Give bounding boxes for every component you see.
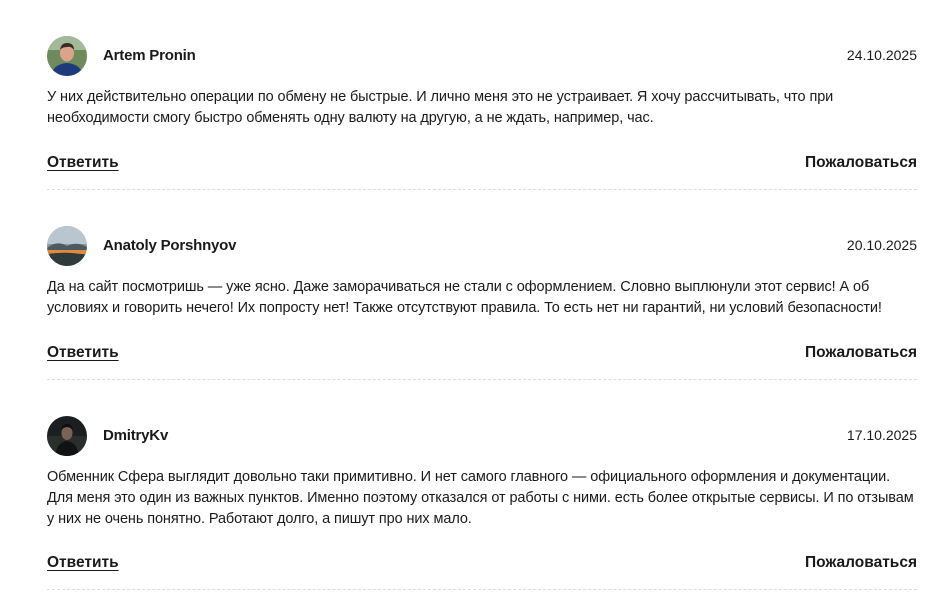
review-header: Artem Pronin 24.10.2025 [47, 36, 917, 76]
avatar [47, 416, 87, 456]
user-photo-icon [47, 36, 87, 76]
review-date: 17.10.2025 [846, 427, 917, 443]
review-actions: Ответить Пожаловаться [47, 154, 917, 174]
complain-link[interactable]: Пожаловаться [805, 154, 917, 172]
complain-link[interactable]: Пожаловаться [805, 344, 917, 362]
review-actions: Ответить Пожаловаться [47, 344, 917, 364]
review-item: DmitryKv 17.10.2025 Обменник Сфера выгля… [47, 380, 917, 590]
complain-link[interactable]: Пожаловаться [805, 554, 917, 572]
avatar [47, 226, 87, 266]
review-item: Artem Pronin 24.10.2025 У них действител… [47, 0, 917, 190]
reply-link[interactable]: Ответить [47, 154, 119, 172]
review-actions: Ответить Пожаловаться [47, 554, 917, 574]
review-header: DmitryKv 17.10.2025 [47, 416, 917, 456]
review-date: 24.10.2025 [846, 47, 917, 63]
reply-link[interactable]: Ответить [47, 344, 119, 362]
review-author: Anatoly Porshnyov [103, 237, 237, 254]
user-photo-dark-icon [47, 416, 87, 456]
avatar [47, 36, 87, 76]
reply-link[interactable]: Ответить [47, 554, 119, 572]
review-text: У них действительно операции по обмену н… [47, 89, 834, 126]
review-header: Anatoly Porshnyov 20.10.2025 [47, 226, 917, 266]
review-item: Anatoly Porshnyov 20.10.2025 Да на сайт … [47, 190, 917, 380]
review-author: Artem Pronin [103, 47, 196, 64]
review-date: 20.10.2025 [846, 237, 917, 253]
landscape-photo-icon [47, 226, 87, 266]
review-author: DmitryKv [103, 427, 169, 444]
reviews-list: Artem Pronin 24.10.2025 У них действител… [47, 0, 917, 590]
review-text: Обменник Сфера выглядит довольно таки пр… [47, 469, 914, 527]
review-text: Да на сайт посмотришь — уже ясно. Даже з… [47, 279, 882, 316]
